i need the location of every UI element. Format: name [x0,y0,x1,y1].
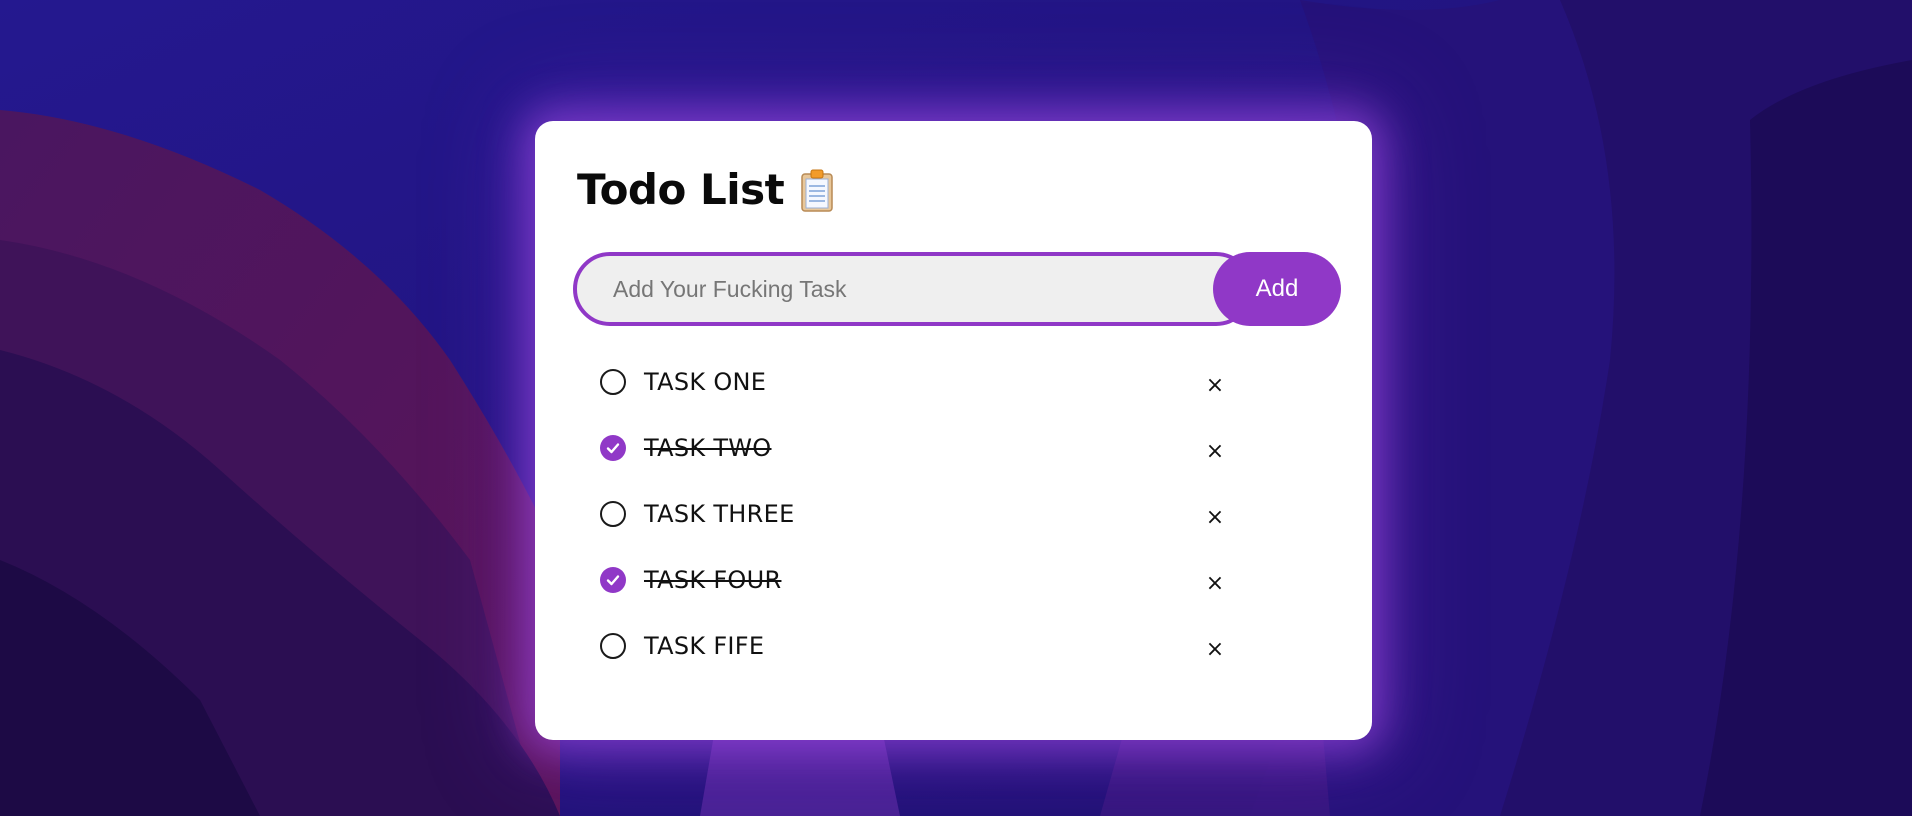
task-checkbox[interactable] [600,501,626,527]
add-button[interactable]: Add [1213,252,1341,326]
task-checkbox[interactable] [600,567,626,593]
task-label: TASK ONE [644,368,767,396]
delete-task-button[interactable]: × [1200,436,1230,466]
task-item[interactable]: TASK ONE × [600,349,1330,415]
task-item[interactable]: TASK TWO × [600,415,1330,481]
todo-card: Todo List Add TASK ONE × [535,121,1372,740]
check-icon [606,443,620,454]
page-title: Todo List [577,165,834,214]
clipboard-icon [800,168,834,212]
task-label: TASK FIFE [644,632,765,660]
task-item[interactable]: TASK THREE × [600,481,1330,547]
task-checkbox[interactable] [600,633,626,659]
delete-task-button[interactable]: × [1200,634,1230,664]
delete-task-button[interactable]: × [1200,502,1230,532]
task-list: TASK ONE × TASK TWO × TASK THREE × TASK … [600,349,1330,679]
task-item[interactable]: TASK FIFE × [600,613,1330,679]
delete-task-button[interactable]: × [1200,568,1230,598]
delete-task-button[interactable]: × [1200,370,1230,400]
task-label: TASK FOUR [644,566,782,594]
task-item[interactable]: TASK FOUR × [600,547,1330,613]
task-label: TASK TWO [644,434,772,462]
task-label: TASK THREE [644,500,795,528]
app-title: Todo List [577,165,785,214]
task-input[interactable] [573,252,1253,326]
add-task-form: Add [573,252,1341,326]
task-checkbox[interactable] [600,369,626,395]
task-checkbox[interactable] [600,435,626,461]
check-icon [606,575,620,586]
